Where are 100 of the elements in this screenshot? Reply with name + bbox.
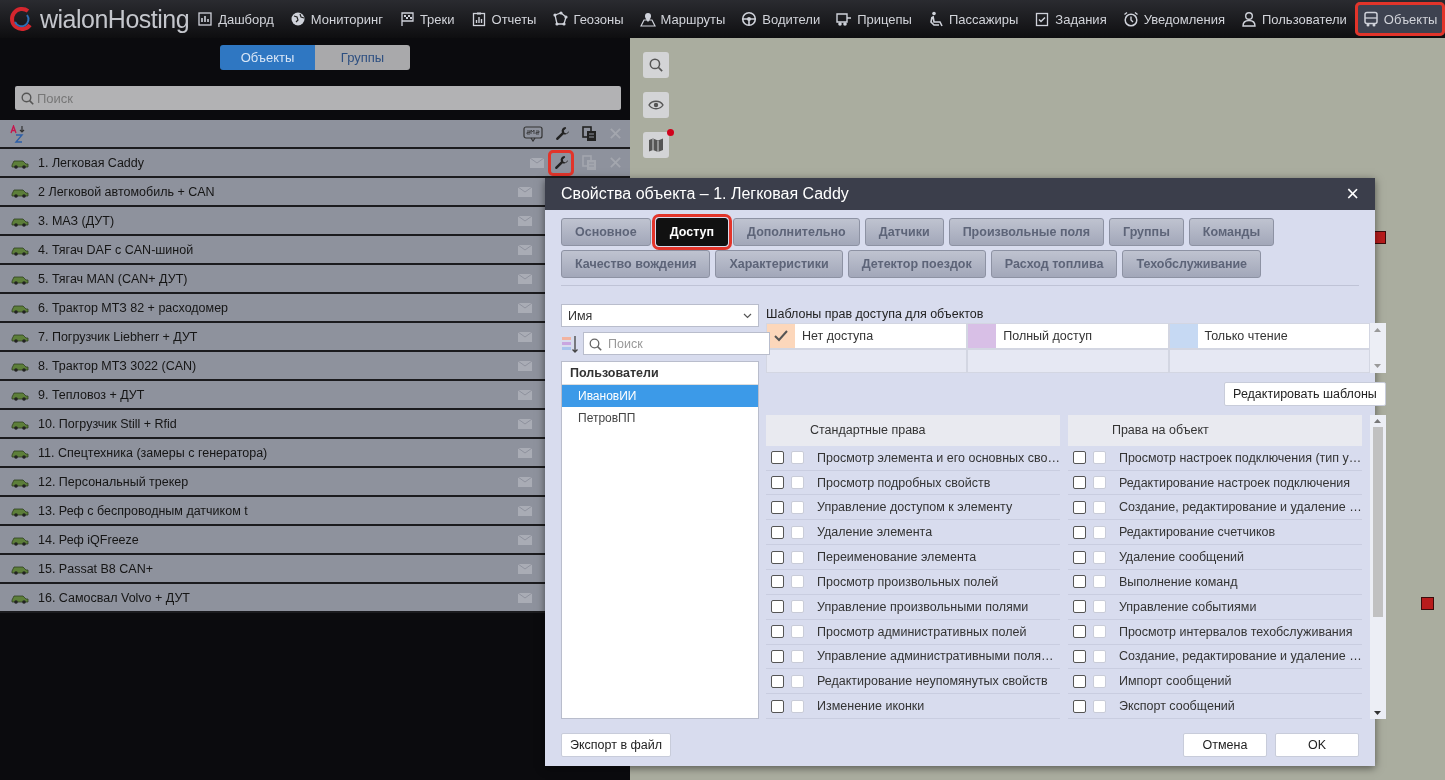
globe-icon	[289, 11, 306, 27]
envelope-icon[interactable]	[518, 534, 532, 545]
envelope-icon[interactable]	[518, 505, 532, 516]
envelope-icon[interactable]	[518, 476, 532, 487]
checkbox[interactable]	[1072, 649, 1086, 663]
checkbox[interactable]	[1072, 625, 1086, 639]
close-button[interactable]: ×	[1342, 183, 1363, 205]
wrench-icon[interactable]	[555, 126, 570, 141]
checkbox[interactable]	[771, 575, 784, 589]
notification-dot	[667, 129, 674, 136]
nav-link[interactable]: Треки	[390, 2, 463, 36]
arrow-up-icon[interactable]	[1374, 418, 1382, 423]
nav-link[interactable]: Водители	[733, 2, 829, 36]
seat-icon	[927, 11, 944, 27]
right-label: Редактирование счетчиков	[1118, 525, 1276, 540]
nav-link[interactable]: Отчеты	[462, 2, 545, 36]
envelope-icon[interactable]	[518, 215, 532, 226]
checkbox[interactable]	[771, 550, 784, 564]
unit-row[interactable]: 1. Легковая Caddy	[0, 149, 630, 178]
checkbox[interactable]	[771, 699, 784, 713]
arrow-down-icon[interactable]	[1374, 711, 1382, 716]
eye-icon	[648, 99, 664, 111]
nav-link[interactable]: Дашборд	[189, 2, 282, 36]
map-marker[interactable]	[1421, 597, 1434, 610]
nav-link[interactable]: Уведомления	[1114, 2, 1233, 36]
right-label: Управление административными поля…	[817, 649, 1054, 664]
nav-link[interactable]: Объекты	[1354, 2, 1445, 36]
checkbox[interactable]	[771, 674, 784, 688]
scrollbar[interactable]	[1369, 415, 1386, 719]
envelope-icon[interactable]	[518, 273, 532, 284]
unit-name: 9. Тепловоз + ДУТ	[38, 387, 146, 402]
envelope-icon[interactable]	[518, 389, 532, 400]
eye-button[interactable]	[643, 92, 669, 118]
nav-link[interactable]: Мониторинг	[281, 2, 391, 36]
nav-link[interactable]: Задания	[1026, 2, 1115, 36]
search-button[interactable]	[643, 52, 669, 78]
export-button[interactable]: Экспорт в файл	[561, 733, 672, 757]
envelope-icon[interactable]	[518, 563, 532, 574]
checkbox[interactable]	[1072, 699, 1086, 713]
column-header: Стандартные права	[766, 415, 1060, 446]
ok-button[interactable]: OK	[1275, 733, 1359, 757]
envelope-icon[interactable]	[518, 592, 532, 603]
right-label: Просмотр интервалов техобслуживания	[1118, 624, 1353, 639]
copy-icon[interactable]	[582, 125, 597, 142]
search-icon	[649, 58, 663, 72]
envelope-icon[interactable]	[518, 360, 532, 371]
checkbox[interactable]	[771, 476, 784, 490]
right-label: Просмотр элемента и его основных сво…	[817, 450, 1060, 465]
checkbox[interactable]	[771, 500, 784, 514]
checkbox[interactable]	[1072, 500, 1086, 514]
checkbox[interactable]	[771, 625, 784, 639]
template-item[interactable]: Только чтение	[1168, 323, 1370, 349]
filter-dropdown[interactable]: Имя	[561, 304, 759, 327]
edit-templates-button[interactable]: Редактировать шаблоны	[1224, 382, 1386, 406]
sort-icon[interactable]	[561, 333, 579, 354]
envelope-icon[interactable]	[518, 447, 532, 458]
checkbox[interactable]	[1072, 451, 1086, 465]
template-item[interactable]: Полный доступ	[967, 323, 1169, 349]
nav-link[interactable]: Прицепы	[828, 2, 920, 36]
checkbox[interactable]	[771, 649, 784, 663]
nav-link[interactable]: Маршруты	[631, 2, 734, 36]
sms-icon[interactable]	[523, 125, 543, 142]
template-item[interactable]: Нет доступа	[766, 323, 968, 349]
tab[interactable]: Группы	[315, 45, 410, 70]
templates-title: Шаблоны прав доступа для объектов	[766, 307, 985, 321]
unit-name: 3. МАЗ (ДУТ)	[38, 213, 116, 228]
arrow-up-icon[interactable]	[1374, 327, 1382, 332]
checkbox[interactable]	[1072, 575, 1086, 589]
nav-link[interactable]: Пользователи	[1233, 2, 1355, 36]
sort-icon[interactable]	[10, 124, 26, 143]
wrench-button[interactable]	[548, 149, 574, 176]
checkbox[interactable]	[1072, 525, 1086, 539]
checkbox[interactable]	[771, 525, 784, 539]
map-layers-button[interactable]	[643, 132, 669, 158]
tab[interactable]: Объекты	[220, 45, 315, 70]
checkbox[interactable]	[771, 451, 784, 465]
envelope-icon[interactable]	[518, 418, 532, 429]
nav-link[interactable]: Пассажиры	[919, 2, 1027, 36]
checkbox[interactable]	[1072, 674, 1086, 688]
unit-name: 14. Реф iQFreeze	[38, 532, 140, 547]
right-label: Управление событиями	[1118, 599, 1257, 614]
envelope-icon[interactable]	[518, 302, 532, 313]
envelope-icon[interactable]	[530, 157, 544, 168]
search-field[interactable]: Поиск	[15, 86, 621, 110]
checklist-icon	[1034, 11, 1051, 27]
checkbox[interactable]	[771, 600, 784, 614]
unit-name: 10. Погрузчик Still + Rfid	[38, 416, 178, 431]
cancel-button[interactable]: Отмена	[1183, 733, 1267, 757]
envelope-icon[interactable]	[518, 186, 532, 197]
nav-link[interactable]: Геозоны	[544, 2, 632, 36]
envelope-icon[interactable]	[518, 331, 532, 342]
user-item[interactable]: ИвановИИ	[562, 385, 758, 407]
checkbox[interactable]	[1072, 550, 1086, 564]
right-label: Создание, редактирование и удаление …	[1118, 649, 1362, 664]
map-pin-icon	[639, 11, 656, 27]
envelope-icon[interactable]	[518, 244, 532, 255]
checkbox[interactable]	[1072, 600, 1086, 614]
search-field[interactable]: Поиск	[583, 332, 770, 355]
checkbox[interactable]	[1072, 476, 1086, 490]
wrench-icon	[553, 155, 569, 170]
